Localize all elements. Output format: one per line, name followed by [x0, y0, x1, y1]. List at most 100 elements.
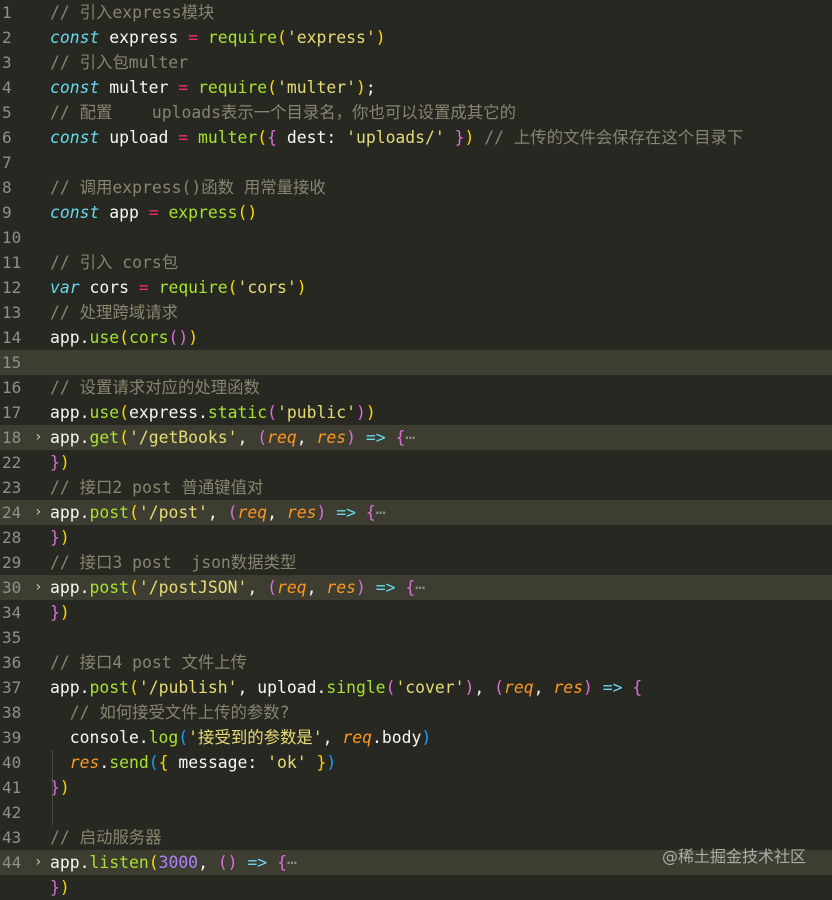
code-line[interactable]: 16 // 设置请求对应的处理函数: [0, 375, 832, 400]
code-token: ,: [267, 503, 287, 522]
line-number: 36: [2, 653, 22, 672]
code-line[interactable]: 1 // 引入express模块: [0, 0, 832, 25]
line-number: 43: [2, 828, 22, 847]
code-text: app.post('/postJSON', (req, res) => {⋯: [50, 575, 425, 600]
code-line[interactable]: 38 // 如何接受文件上传的参数?: [0, 700, 832, 725]
code-token: =>: [247, 853, 268, 872]
code-line[interactable]: 7: [0, 150, 832, 175]
code-line[interactable]: 15: [0, 350, 832, 375]
code-token: 'public': [277, 403, 356, 422]
code-token: ): [355, 403, 366, 422]
code-token: =: [178, 128, 189, 147]
code-line[interactable]: 6 const upload = multer({ dest: 'uploads/…: [0, 125, 832, 150]
code-line[interactable]: 36 // 接口4 post 文件上传: [0, 650, 832, 675]
code-token: ): [296, 278, 307, 297]
code-token: console.: [50, 728, 149, 747]
line-number: 16: [2, 378, 22, 397]
code-line[interactable]: 14 app.use(cors()): [0, 325, 832, 350]
code-line[interactable]: 11 // 引入 cors包: [0, 250, 832, 275]
code-token: ): [464, 128, 475, 147]
code-line[interactable]: 28}): [0, 525, 832, 550]
code-token: =: [178, 78, 189, 97]
code-line[interactable]: 12 var cors = require('cors'): [0, 275, 832, 300]
code-token: // 引入 cors包: [50, 253, 179, 272]
code-line[interactable]: 5 // 配置 uploads表示一个目录名，你也可以设置成其它的: [0, 100, 832, 125]
code-token: (: [385, 678, 396, 697]
code-token: // 接口4 post 文件上传: [50, 653, 248, 672]
code-token: ,: [322, 728, 343, 747]
code-line[interactable]: 37 app.post('/publish', upload.single('co…: [0, 675, 832, 700]
line-number: 42: [2, 803, 22, 822]
line-number: 39: [2, 728, 22, 747]
code-line[interactable]: 4 const multer = require('multer');: [0, 75, 832, 100]
code-token: {: [158, 753, 169, 772]
code-token: // 引入包multer: [50, 53, 188, 72]
code-line[interactable]: 29 // 接口3 post json数据类型: [0, 550, 832, 575]
code-line[interactable]: 10: [0, 225, 832, 250]
code-line[interactable]: 2 const express = require('express'): [0, 25, 832, 50]
code-token: }: [50, 878, 60, 897]
code-line[interactable]: 40 res.send({ message: 'ok' }): [0, 750, 832, 775]
code-token: res: [553, 678, 583, 697]
code-line[interactable]: 35: [0, 625, 832, 650]
code-token: require: [158, 278, 228, 297]
code-token: ): [59, 778, 70, 797]
code-token: }: [50, 528, 60, 547]
code-token: res: [69, 753, 100, 772]
code-token: (: [267, 403, 278, 422]
code-line[interactable]: 34}): [0, 600, 832, 625]
code-line[interactable]: 42: [0, 800, 832, 825]
code-line[interactable]: 17 app.use(express.static('public')): [0, 400, 832, 425]
code-token: // 调用express()函数 用常量接收: [50, 178, 326, 197]
code-token: req: [342, 728, 373, 747]
code-line[interactable]: 30 › app.post('/postJSON', (req, res) => {…: [0, 575, 832, 600]
code-token: .: [99, 753, 110, 772]
code-line[interactable]: 41}): [0, 775, 832, 800]
code-token: ): [582, 678, 593, 697]
chevron-right-icon[interactable]: ›: [34, 500, 46, 525]
code-line[interactable]: 8 // 调用express()函数 用常量接收: [0, 175, 832, 200]
code-text: // 引入 cors包: [50, 250, 178, 275]
code-token: =: [138, 278, 149, 297]
code-token: post: [89, 578, 129, 597]
code-token: (: [119, 428, 129, 447]
line-number: 29: [2, 553, 22, 572]
code-token: (: [128, 578, 139, 597]
code-editor[interactable]: 1// 引入express模块 2 const express = require(…: [0, 0, 832, 897]
code-line[interactable]: 24 › app.post('/post', (req, res) => {⋯: [0, 500, 832, 525]
code-token: ,: [198, 853, 218, 872]
line-number: 10: [2, 228, 22, 247]
code-token: (: [178, 728, 189, 747]
code-token: static: [207, 403, 268, 422]
code-token: =: [148, 203, 159, 222]
code-line[interactable]: 39 console.log('接受到的参数是', req.body): [0, 725, 832, 750]
chevron-right-icon[interactable]: ›: [34, 425, 46, 450]
code-text: app.get('/getBooks', (req, res) => {⋯: [50, 425, 415, 450]
code-line[interactable]: 9 const app = express(): [0, 200, 832, 225]
code-token: ⋯: [286, 853, 297, 872]
code-token: (: [148, 853, 159, 872]
code-token: =: [188, 28, 199, 47]
line-number: 34: [2, 603, 22, 622]
code-text: }): [50, 600, 70, 625]
code-line[interactable]: 13 // 处理跨域请求: [0, 300, 832, 325]
code-line[interactable]: 18 › app.get('/getBooks', (req, res) => {⋯: [0, 425, 832, 450]
code-line[interactable]: 23 // 接口2 post 普通键值对: [0, 475, 832, 500]
code-token: =>: [336, 503, 357, 522]
code-token: const: [50, 203, 100, 222]
code-line[interactable]: }): [0, 875, 832, 900]
chevron-right-icon[interactable]: ›: [34, 575, 46, 600]
code-token: (: [257, 428, 268, 447]
code-token: ): [59, 453, 70, 472]
line-number: 37: [2, 678, 22, 697]
code-token: ,: [306, 578, 327, 597]
chevron-right-icon[interactable]: ›: [34, 850, 46, 875]
code-line[interactable]: 22}): [0, 450, 832, 475]
code-token: {: [277, 853, 287, 872]
code-line[interactable]: 3 // 引入包multer: [0, 50, 832, 75]
code-token: // 处理跨域请求: [50, 303, 178, 322]
